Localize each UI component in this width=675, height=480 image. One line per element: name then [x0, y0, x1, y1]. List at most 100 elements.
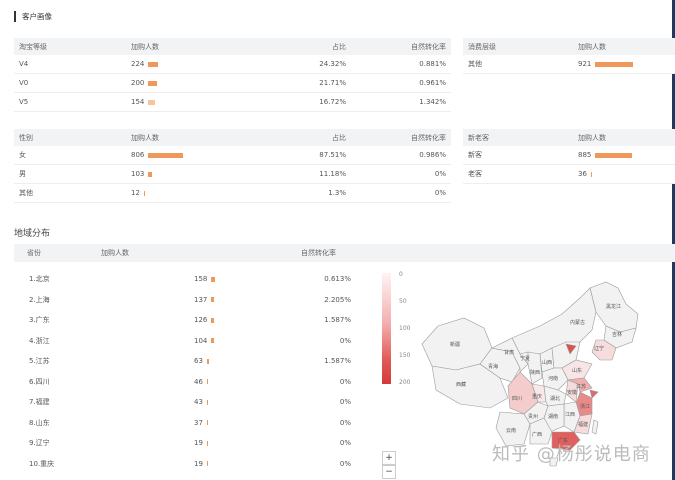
- province-name: 6.四川: [29, 377, 50, 386]
- region-table: 省份 加购人数 自然转化率 1.北京 158 0.613% 2.上海 137 2.205%…: [14, 244, 675, 474]
- pct-value: 24.32%: [319, 60, 346, 68]
- col-header: 自然转化率: [301, 249, 336, 257]
- rate-value: 0%: [434, 170, 446, 178]
- count-bar: [206, 461, 208, 467]
- table-row: 其他 921: [463, 55, 675, 74]
- region-shanghai: [589, 389, 599, 399]
- col-header: 自然转化率: [411, 42, 446, 51]
- count-value: 806: [131, 151, 145, 159]
- table-header: 新老客 加购人数: [463, 129, 675, 146]
- table-header: 省份 加购人数 自然转化率: [14, 244, 675, 262]
- count-value: 46: [194, 377, 203, 386]
- count-cell: 46: [96, 378, 296, 386]
- map-label: 江西: [565, 411, 575, 418]
- count-value: 63: [194, 357, 203, 366]
- map-label: 湖北: [550, 395, 560, 402]
- count-value: 104: [194, 336, 208, 345]
- table-header: 消费层级 加购人数: [463, 38, 675, 55]
- col-header: 加购人数: [131, 42, 159, 51]
- count-value: 37: [194, 418, 203, 427]
- rate-value: 1.587%: [324, 316, 351, 325]
- map-label: 陕西: [530, 369, 540, 376]
- count-value: 885: [578, 151, 592, 159]
- count-bar: [148, 61, 159, 67]
- map-label: 贵州: [528, 413, 538, 420]
- count-cell: 19: [96, 460, 296, 468]
- count-cell: 224: [126, 60, 221, 68]
- table-row: 其他 12 1.3% 0%: [14, 184, 451, 203]
- count-bar: [211, 317, 215, 323]
- count-cell: 126: [96, 316, 296, 324]
- count-value: 154: [131, 98, 145, 106]
- count-cell: 37: [96, 419, 296, 427]
- rate-value: 0%: [339, 418, 351, 427]
- table-row: 9.辽宁 19 0%: [14, 433, 376, 454]
- province-name: 4.浙江: [29, 336, 50, 345]
- rate-value: 0%: [339, 398, 351, 407]
- col-header: 消费层级: [468, 42, 496, 51]
- count-value: 19: [194, 459, 203, 468]
- zoom-in-button[interactable]: +: [382, 451, 396, 465]
- region-shaanxi: [527, 351, 543, 385]
- count-cell: 12: [126, 189, 221, 197]
- count-bar: [206, 358, 209, 364]
- row-label: 其他: [468, 60, 482, 68]
- col-header: 新老客: [468, 133, 489, 142]
- watermark: 知乎 @杨彤说电商: [492, 444, 651, 465]
- vip-level-table: 淘宝等级 加购人数 占比 自然转化率 V4 224 24.32% 0.881% V0 20…: [14, 38, 451, 112]
- rate-value: 0%: [339, 439, 351, 448]
- count-bar: [595, 61, 634, 67]
- legend-label: 0: [399, 271, 403, 278]
- pct-value: 1.3%: [328, 189, 346, 197]
- pct-value: 87.51%: [319, 151, 346, 159]
- map-label: 新疆: [450, 341, 460, 348]
- table-row: V0 200 21.71% 0.961%: [14, 74, 451, 93]
- count-value: 921: [578, 60, 592, 68]
- table-row: 老客 36: [463, 165, 675, 184]
- count-bar: [211, 276, 216, 282]
- legend-label: 150: [399, 352, 411, 359]
- map-label: 吉林: [612, 331, 622, 338]
- table-row: 1.北京 158 0.613%: [14, 269, 376, 290]
- rate-value: 0%: [339, 459, 351, 468]
- row-label: 其他: [19, 189, 33, 197]
- map-label: 四川: [512, 396, 522, 402]
- zoom-out-button[interactable]: −: [382, 465, 396, 479]
- table-row: V5 154 16.72% 1.342%: [14, 93, 451, 112]
- count-cell: 806: [126, 151, 221, 159]
- map-label: 河南: [548, 375, 558, 382]
- map-label: 福建: [578, 421, 588, 428]
- count-bar: [595, 152, 633, 158]
- count-cell: 137: [96, 296, 296, 304]
- count-cell: 921: [573, 60, 675, 68]
- province-name: 9.辽宁: [29, 439, 50, 448]
- province-name: 5.江苏: [29, 357, 50, 366]
- map-label: 黑龙江: [606, 303, 621, 310]
- rate-value: 0.881%: [419, 60, 446, 68]
- table-row: V4 224 24.32% 0.881%: [14, 55, 451, 74]
- map-label: 西藏: [456, 381, 466, 388]
- map-label: 浙江: [580, 403, 590, 410]
- map-label: 云南: [506, 427, 516, 434]
- count-value: 200: [131, 79, 145, 87]
- rate-value: 0.613%: [324, 275, 351, 284]
- map-label: 甘肃: [504, 349, 514, 356]
- table-row: 新客 885: [463, 146, 675, 165]
- rate-value: 0.986%: [419, 151, 446, 159]
- col-header: 自然转化率: [411, 133, 446, 142]
- count-value: 158: [194, 275, 208, 284]
- count-value: 126: [194, 316, 208, 325]
- map-label: 山东: [572, 367, 582, 374]
- row-label: 男: [19, 170, 26, 178]
- count-bar: [148, 99, 156, 105]
- province-name: 3.广东: [29, 316, 50, 325]
- region-section-title: 地域分布: [14, 229, 51, 239]
- rate-value: 2.205%: [324, 295, 351, 304]
- count-cell: 154: [126, 98, 221, 106]
- row-label: V5: [19, 98, 29, 106]
- province-name: 1.北京: [29, 275, 50, 284]
- count-bar: [206, 399, 208, 405]
- map-label: 广西: [532, 431, 542, 438]
- map-label: 辽宁: [594, 345, 604, 352]
- col-header: 省份: [27, 249, 41, 257]
